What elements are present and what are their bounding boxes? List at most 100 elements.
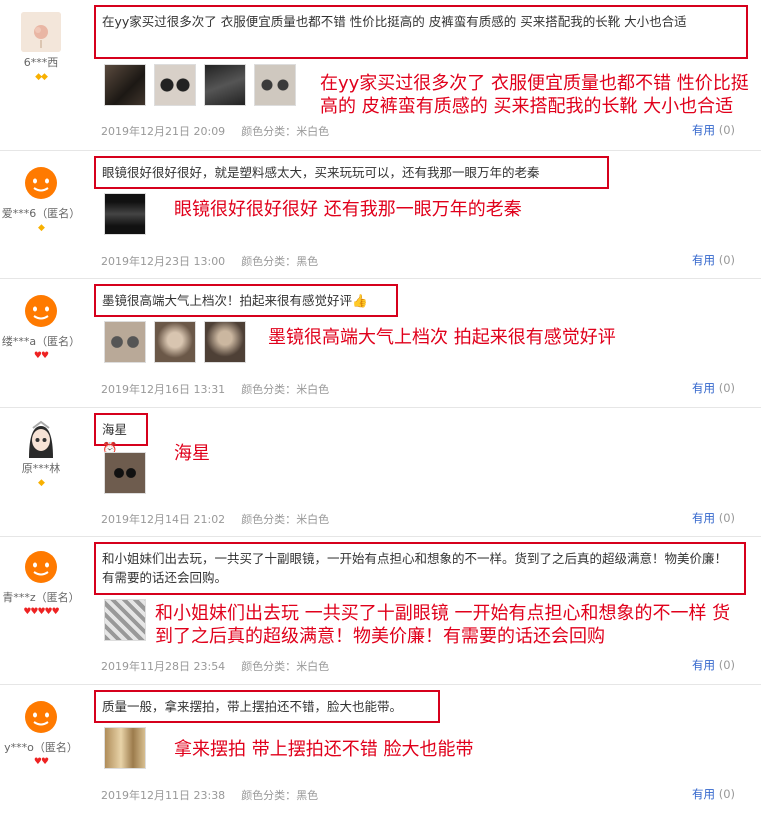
user-info: y***o（匿名） ♥♥ <box>0 697 82 767</box>
useful-count: (0) <box>718 787 735 801</box>
useful-label[interactable]: 有用 <box>692 658 715 672</box>
photo-thumbnail[interactable] <box>104 64 146 106</box>
user-level-icon: ◆ <box>38 223 45 233</box>
comment-text: 海星⏰ <box>94 413 148 456</box>
useful-button[interactable]: 有用 (0) <box>692 252 735 268</box>
color-label: 颜色分类： <box>241 789 297 802</box>
review-timestamp: 2019年12月23日 13:00 <box>101 255 226 268</box>
photo-thumbnails <box>104 193 146 235</box>
username: 6***西 <box>23 56 59 69</box>
useful-label[interactable]: 有用 <box>692 381 715 395</box>
user-level-icon: ♥♥♥♥♥ <box>23 607 59 617</box>
review-item: 爱***6（匿名） ◆ 眼镜很好很好很好，就是塑料感太大，买来玩玩可以，还有我那… <box>0 150 761 279</box>
avatar[interactable] <box>21 12 61 52</box>
review-meta: 2019年12月11日 23:38 颜色分类：黑色 <box>101 787 318 803</box>
color-label: 颜色分类： <box>241 383 297 396</box>
username: 缕***a（匿名） <box>1 335 81 348</box>
comment-text: 和小姐妹们出去玩，一共买了十副眼镜，一开始有点担心和想象的不一样。货到了之后真的… <box>94 542 746 595</box>
color-value: 米白色 <box>296 125 330 138</box>
avatar[interactable] <box>21 163 61 203</box>
useful-button[interactable]: 有用 (0) <box>692 510 735 526</box>
color-label: 颜色分类： <box>241 660 297 673</box>
photo-thumbnail[interactable] <box>104 452 146 494</box>
user-info: 爱***6（匿名） ◆ <box>0 163 82 233</box>
avatar[interactable] <box>21 547 61 587</box>
username: 青***z（匿名） <box>2 591 80 604</box>
photo-thumbnail[interactable] <box>104 193 146 235</box>
review-meta: 2019年11月28日 23:54 颜色分类：米白色 <box>101 658 329 674</box>
photo-thumbnail[interactable] <box>154 321 196 363</box>
useful-button[interactable]: 有用 (0) <box>692 122 735 138</box>
user-info: 6***西 ◆◆ <box>0 12 82 82</box>
color-label: 颜色分类： <box>241 513 297 526</box>
color-value: 米白色 <box>296 513 330 526</box>
review-meta: 2019年12月14日 21:02 颜色分类：米白色 <box>101 511 329 527</box>
review-item: y***o（匿名） ♥♥ 质量一般，拿来摆拍，带上摆拍还不错，脸大也能带。 拿来… <box>0 684 761 820</box>
username: 爱***6（匿名） <box>1 207 81 220</box>
useful-button[interactable]: 有用 (0) <box>692 380 735 396</box>
comment-text: 在yy家买过很多次了 衣服便宜质量也都不错 性价比挺高的 皮裤蛮有质感的 买来搭… <box>94 5 748 59</box>
review-item: 缕***a（匿名） ♥♥ 墨镜很高端大气上档次！拍起来很有感觉好评👍 墨镜很高端… <box>0 278 761 408</box>
review-timestamp: 2019年11月28日 23:54 <box>101 660 226 673</box>
photo-thumbnails <box>104 452 146 494</box>
avatar[interactable] <box>21 418 61 458</box>
comment-text: 墨镜很高端大气上档次！拍起来很有感觉好评👍 <box>94 284 398 317</box>
photo-thumbnail[interactable] <box>104 599 146 641</box>
photo-thumbnails <box>104 321 246 363</box>
user-info: 青***z（匿名） ♥♥♥♥♥ <box>0 547 82 617</box>
photo-thumbnail[interactable] <box>204 321 246 363</box>
useful-count: (0) <box>718 253 735 267</box>
useful-button[interactable]: 有用 (0) <box>692 786 735 802</box>
review-meta: 2019年12月23日 13:00 颜色分类：黑色 <box>101 253 318 269</box>
review-meta: 2019年12月16日 13:31 颜色分类：米白色 <box>101 381 329 397</box>
review-timestamp: 2019年12月14日 21:02 <box>101 513 226 526</box>
photo-thumbnails <box>104 64 296 106</box>
annotation-text: 墨镜很高端大气上档次 拍起来很有感觉好评 <box>268 327 616 348</box>
user-level-icon: ◆ <box>38 478 45 488</box>
useful-button[interactable]: 有用 (0) <box>692 657 735 673</box>
username: y***o（匿名） <box>4 741 78 754</box>
useful-count: (0) <box>718 123 735 137</box>
useful-count: (0) <box>718 658 735 672</box>
annotation-text: 海星 <box>174 443 210 464</box>
annotation-text: 在yy家买过很多次了 衣服便宜质量也都不错 性价比挺高的 皮裤蛮有质感的 买来搭… <box>320 73 749 117</box>
annotation-text: 和小姐妹们出去玩 一共买了十副眼镜 一开始有点担心和想象的不一样 货到了之后真的… <box>155 603 731 647</box>
photo-thumbnail[interactable] <box>204 64 246 106</box>
useful-label[interactable]: 有用 <box>692 787 715 801</box>
comment-text: 眼镜很好很好很好，就是塑料感太大，买来玩玩可以，还有我那一眼万年的老秦 <box>94 156 609 189</box>
useful-label[interactable]: 有用 <box>692 511 715 525</box>
photo-thumbnail[interactable] <box>104 727 146 769</box>
user-level-icon: ◆◆ <box>35 72 48 82</box>
user-level-icon: ♥♥ <box>33 351 49 361</box>
photo-thumbnails <box>104 599 146 641</box>
username: 原***林 <box>21 462 61 475</box>
comment-text: 质量一般，拿来摆拍，带上摆拍还不错，脸大也能带。 <box>94 690 440 723</box>
avatar[interactable] <box>21 697 61 737</box>
review-meta: 2019年12月21日 20:09 颜色分类：米白色 <box>101 123 329 139</box>
color-value: 米白色 <box>296 660 330 673</box>
user-info: 缕***a（匿名） ♥♥ <box>0 291 82 361</box>
useful-count: (0) <box>718 511 735 525</box>
useful-label[interactable]: 有用 <box>692 123 715 137</box>
color-value: 米白色 <box>296 383 330 396</box>
color-label: 颜色分类： <box>241 125 297 138</box>
review-item: 6***西 ◆◆ 在yy家买过很多次了 衣服便宜质量也都不错 性价比挺高的 皮裤… <box>0 0 761 150</box>
review-timestamp: 2019年12月21日 20:09 <box>101 125 226 138</box>
color-label: 颜色分类： <box>241 255 297 268</box>
photo-thumbnail[interactable] <box>254 64 296 106</box>
photo-thumbnail[interactable] <box>104 321 146 363</box>
color-value: 黑色 <box>296 789 319 802</box>
review-item: 青***z（匿名） ♥♥♥♥♥ 和小姐妹们出去玩，一共买了十副眼镜，一开始有点担… <box>0 536 761 685</box>
photo-thumbnail[interactable] <box>154 64 196 106</box>
user-level-icon: ♥♥ <box>33 757 49 767</box>
review-item: 原***林 ◆ 海星⏰ 海星 2019年12月14日 21:02 颜色分类：米白色… <box>0 407 761 537</box>
useful-label[interactable]: 有用 <box>692 253 715 267</box>
review-timestamp: 2019年12月11日 23:38 <box>101 789 226 802</box>
annotation-text: 拿来摆拍 带上摆拍还不错 脸大也能带 <box>174 739 474 760</box>
avatar[interactable] <box>21 291 61 331</box>
review-timestamp: 2019年12月16日 13:31 <box>101 383 226 396</box>
annotation-text: 眼镜很好很好很好 还有我那一眼万年的老秦 <box>174 199 522 220</box>
photo-thumbnails <box>104 727 146 769</box>
color-value: 黑色 <box>296 255 319 268</box>
user-info: 原***林 ◆ <box>0 418 82 488</box>
